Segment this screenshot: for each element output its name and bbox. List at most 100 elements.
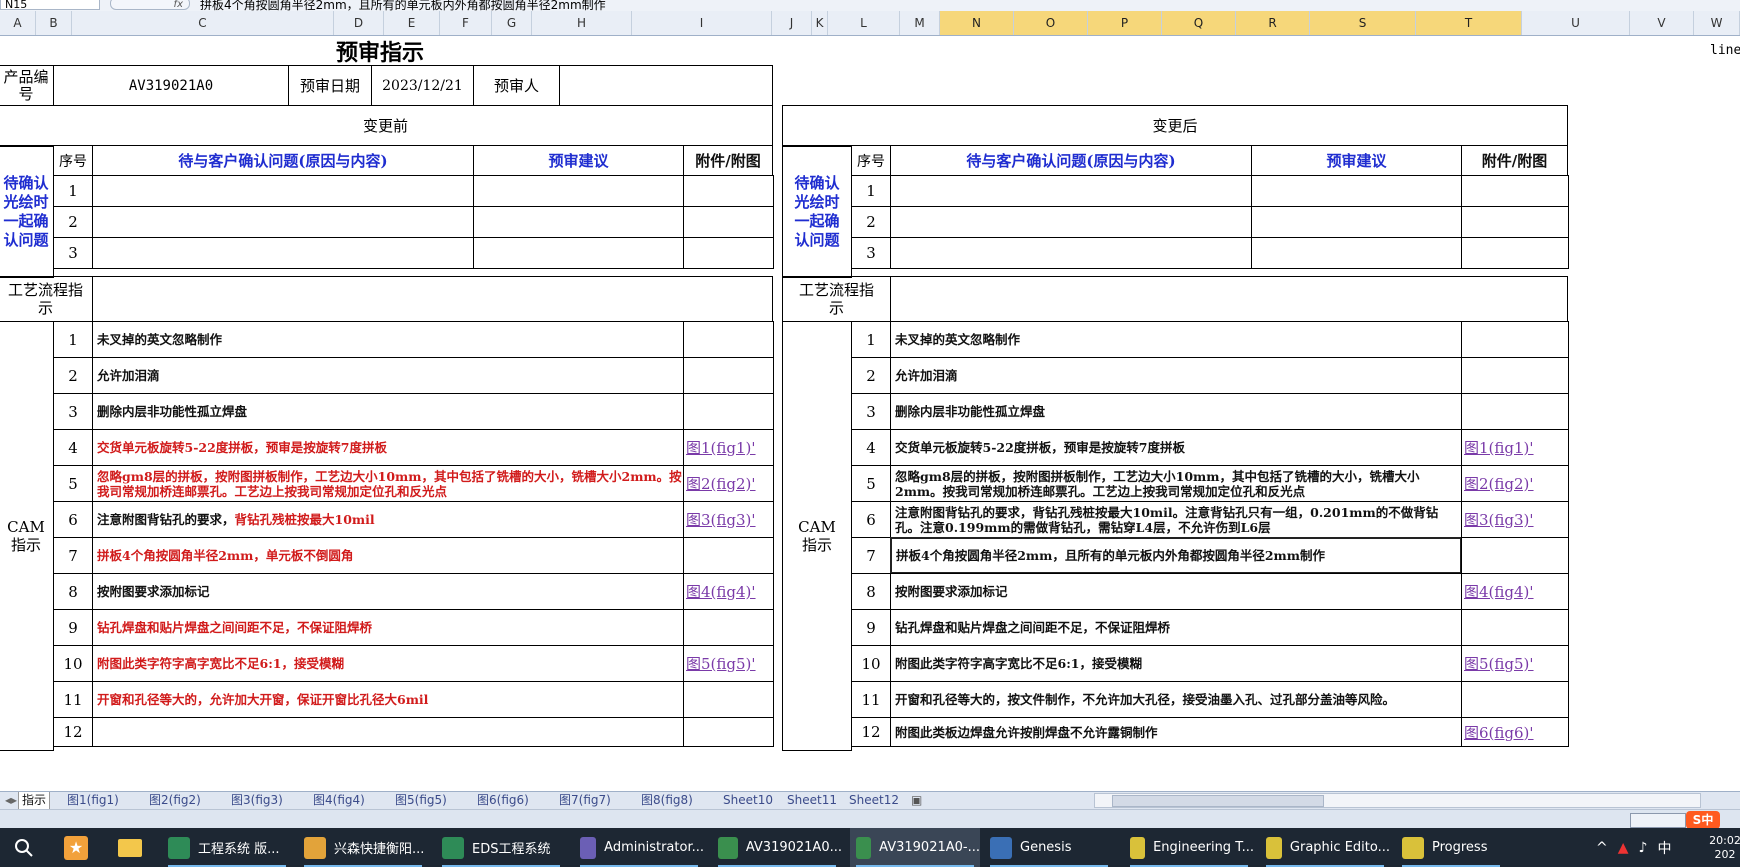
- taskbar-app[interactable]: Administrator...: [574, 828, 704, 867]
- tray-chevron-icon[interactable]: ^: [1596, 840, 1608, 856]
- before-item-attach-link[interactable]: [683, 357, 774, 394]
- sheet-tab[interactable]: 图8(fig8): [638, 792, 696, 809]
- sheet-tab[interactable]: Sheet11: [784, 792, 840, 809]
- after-confirm-suggest-cell[interactable]: [1251, 237, 1462, 269]
- before-item-attach-link[interactable]: [683, 609, 774, 646]
- after-item-attach-link[interactable]: 图3(fig3)': [1461, 501, 1569, 538]
- date-value[interactable]: 2023/12/21: [371, 65, 474, 106]
- before-item-text[interactable]: 删除内层非功能性孤立焊盘: [92, 393, 684, 430]
- col-header-I[interactable]: I: [632, 11, 772, 35]
- sheet-tab[interactable]: 指示: [18, 792, 51, 809]
- after-item-text[interactable]: 未叉掉的英文忽略制作: [890, 321, 1462, 358]
- col-header-S[interactable]: S: [1310, 11, 1416, 35]
- sheet-grid[interactable]: 预审指示 line 产品编号 AV319021A0 预审日期 2023/12/2…: [0, 35, 1740, 791]
- after-confirm-attach-cell[interactable]: [1461, 237, 1569, 269]
- before-item-attach-link[interactable]: [683, 681, 774, 718]
- before-item-attach-link[interactable]: 图2(fig2)': [683, 465, 774, 502]
- product-value[interactable]: AV319021A0: [53, 65, 289, 106]
- taskbar-app[interactable]: Progress: [1396, 828, 1506, 867]
- col-header-L[interactable]: L: [828, 11, 900, 35]
- col-header-N[interactable]: N: [940, 11, 1014, 35]
- col-header-T[interactable]: T: [1416, 11, 1522, 35]
- after-item-text[interactable]: 注意附图背钻孔的要求，背钻孔残桩按最大10mil。注意背钻孔只有一组，0.201…: [890, 501, 1462, 538]
- col-header-E[interactable]: E: [384, 11, 440, 35]
- before-confirm-attach-cell[interactable]: [683, 206, 774, 238]
- after-item-attach-link[interactable]: 图5(fig5)': [1461, 645, 1569, 682]
- after-item-text[interactable]: 附图此类板边焊盘允许按削焊盘不允许露铜制作: [890, 717, 1462, 747]
- sheet-tab[interactable]: 图6(fig6): [474, 792, 532, 809]
- reviewer-value[interactable]: [559, 65, 773, 106]
- before-item-attach-link[interactable]: 图3(fig3)': [683, 501, 774, 538]
- fx-button[interactable]: fx: [110, 0, 190, 10]
- after-item-text[interactable]: 交货单元板旋转5-22度拼板，预审是按旋转7度拼板: [890, 429, 1462, 466]
- after-item-attach-link[interactable]: [1461, 609, 1569, 646]
- sheet-tab[interactable]: Sheet10: [720, 792, 776, 809]
- sheet-tab[interactable]: 图5(fig5): [392, 792, 450, 809]
- taskbar-app[interactable]: Engineering T...: [1124, 828, 1254, 867]
- system-tray[interactable]: ^ ▲ ♪ 中: [1596, 828, 1706, 867]
- after-item-attach-link[interactable]: [1461, 321, 1569, 358]
- col-header-J[interactable]: J: [772, 11, 812, 35]
- taskbar-app[interactable]: EDS工程系统: [436, 828, 566, 867]
- after-item-attach-link[interactable]: 图4(fig4)': [1461, 573, 1569, 610]
- search-icon[interactable]: [6, 828, 42, 867]
- before-confirm-suggest-cell[interactable]: [473, 237, 684, 269]
- after-item-text[interactable]: 开窗和孔径等大的，按文件制作，不允许加大孔径，接受油墨入孔、过孔部分盖油等风险。: [890, 681, 1462, 718]
- after-item-attach-link[interactable]: 图6(fig6)': [1461, 717, 1569, 747]
- before-item-text[interactable]: 开窗和孔径等大的，允许加大开窗，保证开窗比孔径大6mil: [92, 681, 684, 718]
- after-confirm-suggest-cell[interactable]: [1251, 206, 1462, 238]
- before-confirm-issue-cell[interactable]: [92, 237, 474, 269]
- col-header-D[interactable]: D: [334, 11, 384, 35]
- before-item-text[interactable]: 按附图要求添加标记: [92, 573, 684, 610]
- after-item-attach-link[interactable]: 图2(fig2)': [1461, 465, 1569, 502]
- before-item-attach-link[interactable]: 图1(fig1)': [683, 429, 774, 466]
- before-item-attach-link[interactable]: 图4(fig4)': [683, 573, 774, 610]
- after-item-attach-link[interactable]: [1461, 537, 1569, 574]
- after-item-text[interactable]: 附图此类字符字高字宽比不足6:1，接受模糊: [890, 645, 1462, 682]
- before-confirm-attach-cell[interactable]: [683, 237, 774, 269]
- clock[interactable]: 20:02 202: [1709, 828, 1740, 867]
- after-item-text[interactable]: 按附图要求添加标记: [890, 573, 1462, 610]
- col-header-V[interactable]: V: [1630, 11, 1694, 35]
- col-header-Q[interactable]: Q: [1162, 11, 1236, 35]
- after-item-text[interactable]: 忽略gm8层的拼板，按附图拼板制作，工艺边大小10mm，其中包括了铣槽的大小，铣…: [890, 465, 1462, 502]
- col-header-R[interactable]: R: [1236, 11, 1310, 35]
- col-header-F[interactable]: F: [440, 11, 492, 35]
- before-item-text[interactable]: 忽略gm8层的拼板，按附图拼板制作，工艺边大小10mm，其中包括了铣槽的大小，铣…: [92, 465, 684, 502]
- col-header-P[interactable]: P: [1088, 11, 1162, 35]
- col-header-B[interactable]: B: [36, 11, 72, 35]
- file-explorer-icon[interactable]: [112, 828, 148, 867]
- col-header-A[interactable]: A: [0, 11, 36, 35]
- tray-ime-indicator[interactable]: 中: [1657, 838, 1671, 858]
- before-item-text[interactable]: 未叉掉的英文忽略制作: [92, 321, 684, 358]
- col-header-O[interactable]: O: [1014, 11, 1088, 35]
- before-confirm-issue-cell[interactable]: [92, 206, 474, 238]
- after-item-attach-link[interactable]: [1461, 681, 1569, 718]
- sheet-tab[interactable]: Sheet12: [846, 792, 902, 809]
- after-item-text[interactable]: 钻孔焊盘和贴片焊盘之间间距不足，不保证阻焊桥: [890, 609, 1462, 646]
- before-item-attach-link[interactable]: [683, 537, 774, 574]
- col-header-C[interactable]: C: [72, 11, 334, 35]
- col-header-M[interactable]: M: [900, 11, 940, 35]
- col-header-G[interactable]: G: [492, 11, 532, 35]
- after-item-text[interactable]: 拼板4个角按圆角半径2mm，且所有的单元板内外角都按圆角半径2mm制作: [890, 537, 1462, 574]
- taskbar-app[interactable]: 兴森快捷衡阳...: [298, 828, 428, 867]
- star-app-icon[interactable]: ★: [58, 828, 94, 867]
- sheet-tab[interactable]: 图1(fig1): [64, 792, 122, 809]
- after-item-attach-link[interactable]: [1461, 357, 1569, 394]
- sheet-tab[interactable]: 图3(fig3): [228, 792, 286, 809]
- after-item-attach-link[interactable]: 图1(fig1)': [1461, 429, 1569, 466]
- scrollbar-thumb[interactable]: [1112, 795, 1324, 807]
- taskbar-app[interactable]: Graphic Edito...: [1260, 828, 1390, 867]
- before-confirm-issue-cell[interactable]: [92, 175, 474, 207]
- before-confirm-suggest-cell[interactable]: [473, 206, 684, 238]
- before-item-text[interactable]: 拼板4个角按圆角半径2mm，单元板不倒圆角: [92, 537, 684, 574]
- col-header-W[interactable]: W: [1694, 11, 1740, 35]
- sheet-tab[interactable]: 图7(fig7): [556, 792, 614, 809]
- after-confirm-attach-cell[interactable]: [1461, 206, 1569, 238]
- before-process-value[interactable]: [92, 276, 773, 322]
- taskbar-app[interactable]: AV319021A0-...: [850, 828, 980, 867]
- col-header-H[interactable]: H: [532, 11, 632, 35]
- before-item-attach-link[interactable]: [683, 321, 774, 358]
- sheet-tab[interactable]: 图2(fig2): [146, 792, 204, 809]
